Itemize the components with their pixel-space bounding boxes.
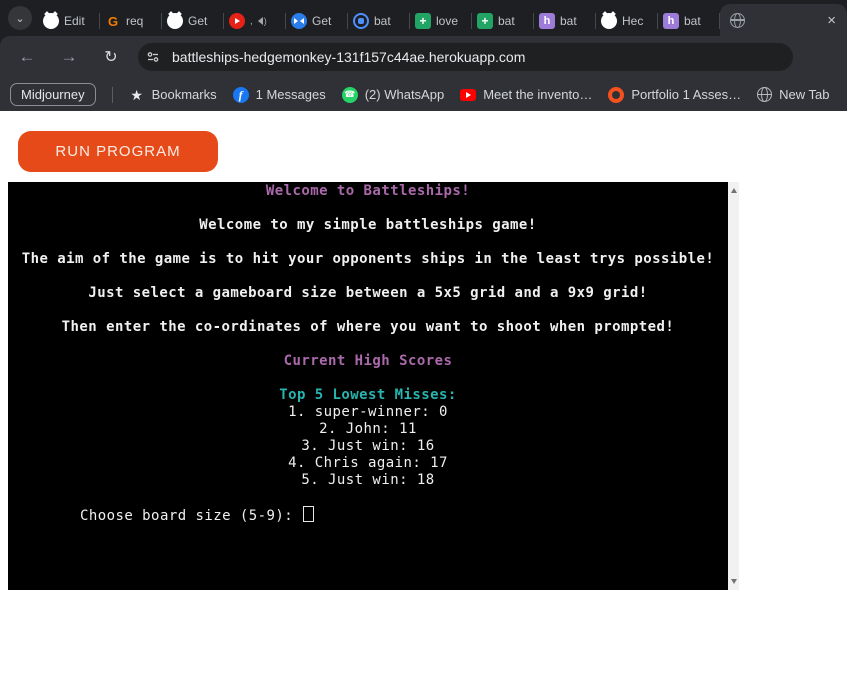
terminal-line xyxy=(8,370,728,387)
tab-youtube-audio[interactable]: , ) xyxy=(224,6,285,36)
bookmark-new-tab[interactable]: New Tab xyxy=(757,87,829,102)
terminal-scrollbar[interactable] xyxy=(728,182,739,590)
address-bar[interactable]: battleships-hedgemonkey-131f157c44ae.her… xyxy=(138,43,793,71)
tab-bat-2[interactable]: bat xyxy=(472,6,533,36)
star-icon xyxy=(129,87,145,103)
terminal-line: Current High Scores xyxy=(8,353,728,370)
tab-hec[interactable]: Hec xyxy=(596,6,657,36)
terminal-line xyxy=(8,200,728,217)
heroku-icon xyxy=(539,13,555,29)
tab-label: req xyxy=(126,14,156,28)
github-icon xyxy=(601,13,617,29)
facebook-icon xyxy=(233,87,249,103)
speaker-icon[interactable]: ) xyxy=(258,16,267,26)
tab-label: bat xyxy=(498,14,528,28)
tab-bat-4[interactable]: bat xyxy=(658,6,719,36)
bookmarks-bar: Midjourney Bookmarks 1 Messages (2) What… xyxy=(0,78,847,111)
green-plus-icon xyxy=(477,13,493,29)
tab-label: , xyxy=(250,16,253,27)
terminal-line: Then enter the co-ordinates of where you… xyxy=(8,319,728,336)
bookmark-label: Meet the invento… xyxy=(483,87,592,102)
bookmarks-separator xyxy=(112,87,113,103)
scroll-up-icon[interactable] xyxy=(731,185,737,193)
close-icon[interactable]: × xyxy=(824,12,839,29)
bookmark-label: New Tab xyxy=(779,87,829,102)
bookmark-label: 1 Messages xyxy=(256,87,326,102)
chevron-down-icon: ⌄ xyxy=(15,12,24,25)
tab-get-2[interactable]: Get xyxy=(286,6,347,36)
bookmark-label: Portfolio 1 Asses… xyxy=(631,87,741,102)
github-icon xyxy=(167,13,183,29)
tab-group-chip-midjourney[interactable]: Midjourney xyxy=(10,83,96,106)
green-plus-icon xyxy=(415,13,431,29)
tab-label: bat xyxy=(684,14,714,28)
terminal-line: The aim of the game is to hit your oppon… xyxy=(8,251,728,268)
bookmark-whatsapp[interactable]: (2) WhatsApp xyxy=(342,87,444,103)
terminal-wrapper: Welcome to Battleships! Welcome to my si… xyxy=(8,182,739,590)
tab-get-1[interactable]: Get xyxy=(162,6,223,36)
scroll-down-icon[interactable] xyxy=(731,579,737,587)
tab-req[interactable]: req xyxy=(100,6,161,36)
tab-bat-3[interactable]: bat xyxy=(534,6,595,36)
tab-bar: ⌄ Edit req Get , ) Get ba xyxy=(0,0,847,36)
bookmark-messages[interactable]: 1 Messages xyxy=(233,87,326,103)
terminal-line: Welcome to my simple battleships game! xyxy=(8,217,728,234)
terminal-high-score-row: 3. Just win: 16 xyxy=(8,438,728,455)
youtube-icon xyxy=(229,13,245,29)
forward-button[interactable]: → xyxy=(54,42,84,72)
youtube-icon xyxy=(460,89,476,101)
terminal-prompt-line: Choose board size (5-9): xyxy=(8,489,728,542)
tab-search-button[interactable]: ⌄ xyxy=(8,6,32,30)
tab-label: Hec xyxy=(622,14,652,28)
tab-love[interactable]: love xyxy=(410,6,471,36)
browser-chrome: ⌄ Edit req Get , ) Get ba xyxy=(0,0,847,111)
tab-label: Edit xyxy=(64,14,94,28)
globe-icon xyxy=(730,13,745,28)
github-icon xyxy=(43,13,59,29)
tab-bat-1[interactable]: bat xyxy=(348,6,409,36)
bookmark-label: Bookmarks xyxy=(152,87,217,102)
terminal-high-score-row: 2. John: 11 xyxy=(8,421,728,438)
url-text: battleships-hedgemonkey-131f157c44ae.her… xyxy=(172,49,525,65)
terminal-line: Top 5 Lowest Misses: xyxy=(8,387,728,404)
tab-label: love xyxy=(436,14,466,28)
terminal-prompt-text: Choose board size (5-9): xyxy=(80,508,302,524)
tab-edit[interactable]: Edit xyxy=(38,6,99,36)
terminal[interactable]: Welcome to Battleships! Welcome to my si… xyxy=(8,182,728,590)
tab-label: bat xyxy=(560,14,590,28)
heroku-icon xyxy=(663,13,679,29)
terminal-line xyxy=(8,234,728,251)
terminal-line xyxy=(8,268,728,285)
tab-label: bat xyxy=(374,14,404,28)
tune-icon[interactable] xyxy=(142,46,164,68)
globe-icon xyxy=(757,87,772,102)
terminal-high-score-row: 4. Chris again: 17 xyxy=(8,455,728,472)
bookmark-portfolio[interactable]: Portfolio 1 Asses… xyxy=(608,87,741,103)
tab-label: Get xyxy=(188,14,218,28)
run-program-button[interactable]: RUN PROGRAM xyxy=(18,131,218,172)
terminal-line xyxy=(8,302,728,319)
orange-g-icon xyxy=(105,13,121,29)
terminal-line: Welcome to Battleships! xyxy=(8,183,728,200)
reload-button[interactable]: ↻ xyxy=(96,42,126,72)
terminal-high-score-row: 5. Just win: 18 xyxy=(8,472,728,489)
blue-circle-icon xyxy=(291,13,307,29)
terminal-line: Just select a gameboard size between a 5… xyxy=(8,285,728,302)
tab-active-battleships[interactable]: × xyxy=(720,4,847,36)
terminal-cursor xyxy=(303,506,314,522)
terminal-high-score-row: 1. super-winner: 0 xyxy=(8,404,728,421)
terminal-line xyxy=(8,336,728,353)
page-content: RUN PROGRAM Welcome to Battleships! Welc… xyxy=(0,111,847,696)
orange-ring-icon xyxy=(608,87,624,103)
whatsapp-icon xyxy=(342,87,358,103)
bookmark-youtube[interactable]: Meet the invento… xyxy=(460,87,592,102)
bookmark-label: (2) WhatsApp xyxy=(365,87,444,102)
blue-ring-icon xyxy=(353,13,369,29)
back-button[interactable]: ← xyxy=(12,42,42,72)
browser-toolbar: ← → ↻ battleships-hedgemonkey-131f157c44… xyxy=(0,36,847,78)
tab-label: Get xyxy=(312,14,342,28)
bookmark-bookmarks[interactable]: Bookmarks xyxy=(129,87,217,103)
